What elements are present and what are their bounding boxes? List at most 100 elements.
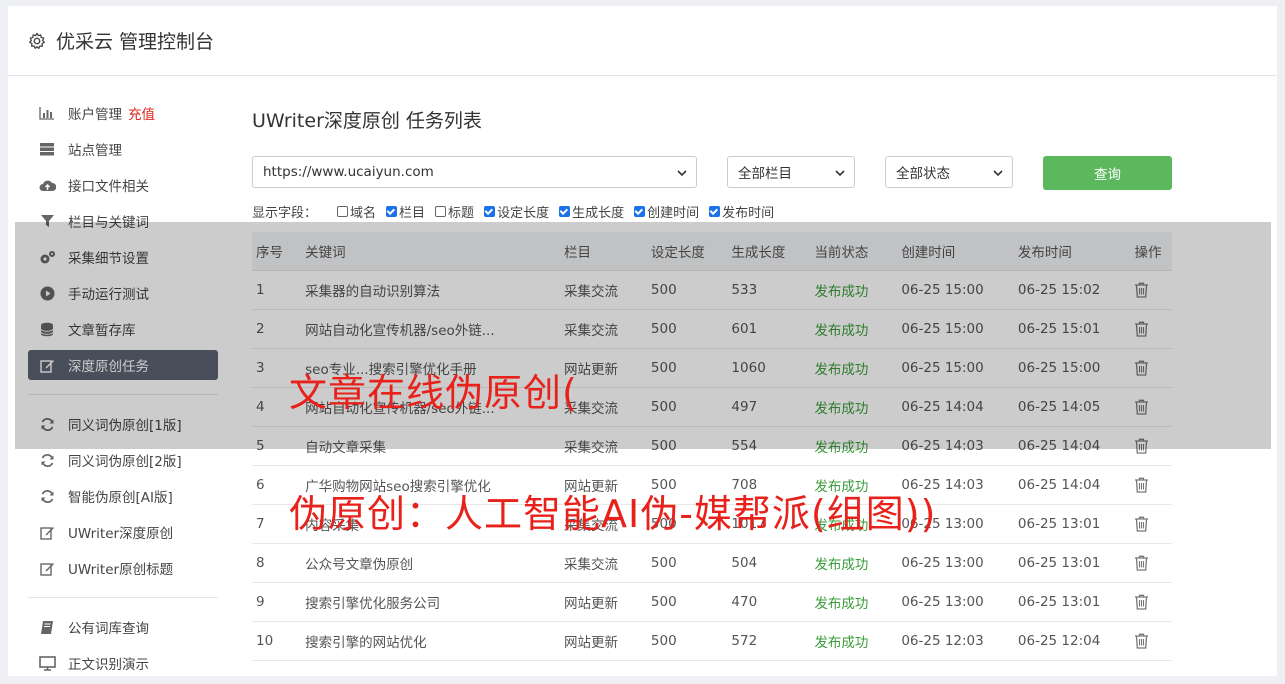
sidebar-item-label: UWriter原创标题	[68, 562, 174, 578]
trash-icon[interactable]	[1134, 555, 1149, 571]
status-select-value: 全部状态	[896, 166, 950, 182]
bar-chart-icon	[38, 104, 56, 122]
status-select[interactable]: 全部状态	[885, 156, 1013, 188]
chevron-down-icon	[993, 170, 1003, 177]
actions-cell	[1130, 465, 1172, 505]
field-checkbox-label: 创建时间	[647, 206, 700, 221]
status-cell: 发布成功	[810, 621, 898, 661]
monitor-icon	[38, 654, 56, 672]
field-checkbox-label: 标题	[448, 206, 475, 221]
trash-icon[interactable]	[1134, 477, 1149, 493]
keyword-cell: 公众号文章伪原创	[301, 543, 561, 583]
actions-cell	[1130, 504, 1172, 544]
sidebar-item-label: 站点管理	[68, 143, 122, 159]
checkbox-checked[interactable]	[634, 206, 646, 217]
status-cell: 发布成功	[810, 582, 898, 622]
row-index: 10	[252, 621, 302, 661]
checkbox-checked[interactable]	[559, 206, 571, 217]
table-row: 9 搜索引擎优化服务公司 网站更新 500 470 发布成功 06-25 13:00 06-2…	[252, 582, 1172, 622]
field-checkbox-label: 发布时间	[722, 206, 775, 221]
field-checkbox-label: 域名	[350, 206, 377, 221]
checkbox-checked[interactable]	[386, 206, 398, 217]
sidebar-item-label: 智能伪原创[AI版]	[68, 490, 173, 506]
field-checkbox-设定长度[interactable]: 设定长度	[484, 202, 549, 221]
set-length-cell: 500	[646, 582, 728, 622]
column-select[interactable]: 全部栏目	[727, 156, 855, 188]
query-button[interactable]: 查询	[1043, 156, 1172, 190]
page-title: UWriter深度原创 任务列表	[252, 110, 482, 132]
column-select-value: 全部栏目	[738, 166, 792, 182]
edit-icon	[38, 523, 56, 541]
sidebar-item-站点管理[interactable]: 站点管理	[28, 134, 218, 164]
top-header: 优采云 管理控制台	[8, 6, 1277, 76]
set-length-cell: 500	[646, 621, 728, 661]
published-time-cell: 06-25 13:01	[1013, 543, 1131, 583]
published-time-cell: 06-25 13:01	[1013, 582, 1131, 622]
sidebar-item-账户管理[interactable]: 账户管理 充值	[28, 98, 218, 128]
sidebar-item-label: 账户管理	[68, 107, 122, 123]
actions-cell	[1130, 621, 1172, 661]
app-title: 优采云 管理控制台	[56, 31, 215, 53]
field-checkbox-发布时间[interactable]: 发布时间	[709, 202, 774, 221]
sidebar-item-智能伪原创[AI版][interactable]: 智能伪原创[AI版]	[28, 481, 218, 511]
refresh-icon	[38, 451, 56, 469]
sidebar-item-label: UWriter深度原创	[68, 526, 174, 542]
gear-icon	[28, 32, 46, 49]
checkbox-unchecked[interactable]	[337, 206, 349, 217]
site-select-value: https://www.ucaiyun.com	[263, 164, 434, 180]
edit-icon	[38, 559, 56, 577]
sidebar-item-公有词库查询[interactable]: 公有词库查询	[28, 612, 218, 642]
overlay-text-line2: 伪原创：人工智能AI伪-媒帮派(组图))	[289, 492, 937, 536]
field-checkbox-生成长度[interactable]: 生成长度	[559, 202, 624, 221]
sidebar-item-接口文件相关[interactable]: 接口文件相关	[28, 170, 218, 200]
keyword-cell: 搜索引擎的网站优化	[301, 621, 561, 661]
created-time-cell: 06-25 13:00	[897, 582, 1014, 622]
site-select[interactable]: https://www.ucaiyun.com	[252, 156, 697, 188]
main-content: UWriter深度原创 任务列表 https://www.ucaiyun.com…	[252, 106, 1172, 661]
trash-icon[interactable]	[1134, 633, 1149, 649]
row-index: 8	[252, 543, 302, 583]
overlay-text-line1: 文章在线伪原创(	[289, 371, 578, 415]
sidebar-item-正文识别演示[interactable]: 正文识别演示	[28, 648, 218, 678]
gen-length-cell: 504	[727, 543, 811, 583]
actions-cell	[1130, 543, 1172, 583]
trash-icon[interactable]	[1134, 516, 1149, 532]
display-fields-label: 显示字段：	[252, 206, 318, 221]
cloud-upload-icon	[38, 176, 56, 194]
gen-length-cell: 470	[727, 582, 811, 622]
sidebar-divider	[28, 597, 218, 598]
watermark-band	[15, 222, 1271, 449]
field-checkbox-label: 生成长度	[572, 206, 625, 221]
server-icon	[38, 140, 56, 158]
checkbox-checked[interactable]	[709, 206, 721, 217]
recharge-link[interactable]: 充值	[128, 103, 155, 123]
set-length-cell: 500	[646, 543, 728, 583]
field-checkbox-标题[interactable]: 标题	[435, 202, 474, 221]
sidebar-item-UWriter深度原创[interactable]: UWriter深度原创	[28, 517, 218, 547]
chevron-down-icon	[677, 170, 687, 177]
checkbox-checked[interactable]	[484, 206, 496, 217]
filter-bar: https://www.ucaiyun.com 全部栏目 全部状态 查询	[252, 156, 1172, 190]
created-time-cell: 06-25 12:03	[897, 621, 1014, 661]
actions-cell	[1130, 582, 1172, 622]
checkbox-unchecked[interactable]	[435, 206, 447, 217]
trash-icon[interactable]	[1134, 594, 1149, 610]
field-checkbox-label: 栏目	[399, 206, 426, 221]
sidebar-item-同义词伪原创[2版][interactable]: 同义词伪原创[2版]	[28, 445, 218, 475]
column-cell: 采集交流	[560, 543, 647, 583]
created-time-cell: 06-25 13:00	[897, 543, 1014, 583]
row-index: 9	[252, 582, 302, 622]
gen-length-cell: 572	[727, 621, 811, 661]
field-checkbox-label: 设定长度	[497, 206, 550, 221]
chevron-down-icon	[835, 170, 845, 177]
sidebar-item-label: 接口文件相关	[68, 179, 149, 195]
field-checkbox-域名[interactable]: 域名	[337, 202, 376, 221]
book-icon	[38, 618, 56, 636]
published-time-cell: 06-25 14:04	[1013, 465, 1131, 505]
sidebar-item-UWriter原创标题[interactable]: UWriter原创标题	[28, 553, 218, 583]
field-checkbox-创建时间[interactable]: 创建时间	[634, 202, 699, 221]
field-checkbox-栏目[interactable]: 栏目	[386, 202, 425, 221]
status-cell: 发布成功	[810, 543, 898, 583]
keyword-cell: 搜索引擎优化服务公司	[301, 582, 561, 622]
column-cell: 网站更新	[560, 582, 647, 622]
